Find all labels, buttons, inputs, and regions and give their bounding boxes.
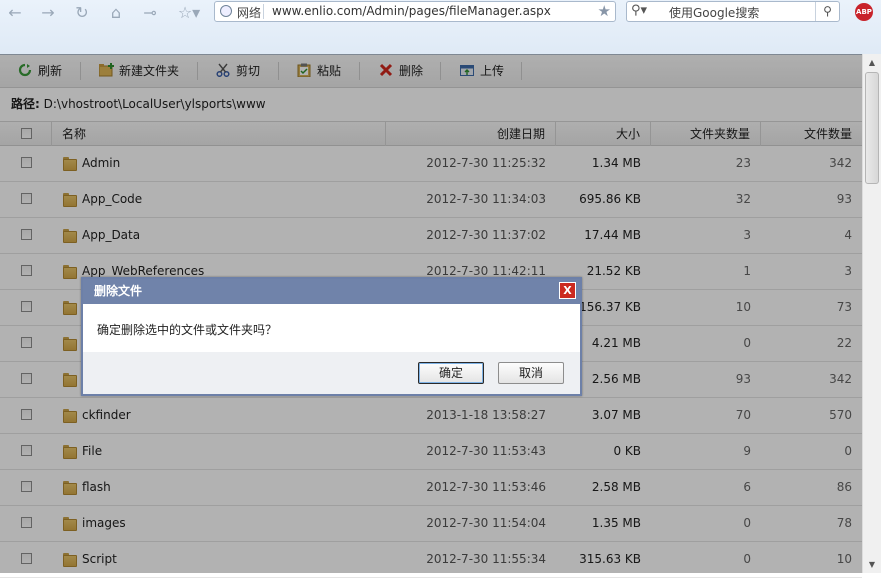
search-go-icon[interactable]: ⚲: [815, 2, 839, 21]
search-engine-icon[interactable]: ⚲▾: [631, 3, 647, 18]
search-input[interactable]: 使用Google搜索: [669, 4, 759, 21]
url-text[interactable]: www.enlio.com/Admin/pages/fileManager.as…: [272, 4, 551, 18]
browser-toolbar: ← → ↻ ⌂ ⊸ ☆▾ 网络 www.enlio.com/Admin/page…: [0, 0, 881, 54]
back-icon[interactable]: ←: [3, 3, 27, 23]
scroll-up-icon[interactable]: ▲: [863, 54, 881, 71]
dialog-title-text: 删除文件: [94, 284, 143, 298]
scroll-down-icon[interactable]: ▼: [863, 556, 881, 573]
globe-icon: [220, 5, 232, 17]
favorites-icon[interactable]: ☆▾: [172, 3, 206, 23]
dialog-footer: 确定 取消: [83, 352, 580, 394]
cancel-button[interactable]: 取消: [498, 362, 564, 384]
dialog-title: 删除文件 X: [83, 279, 580, 304]
scroll-thumb[interactable]: [865, 72, 879, 184]
vertical-scrollbar[interactable]: ▲ ▼: [862, 54, 881, 573]
delete-confirm-dialog: 删除文件 X 确定删除选中的文件或文件夹吗？ 确定 取消: [81, 277, 582, 396]
close-icon[interactable]: X: [559, 282, 576, 299]
dialog-body: 确定删除选中的文件或文件夹吗？: [83, 304, 580, 352]
dialog-message: 确定删除选中的文件或文件夹吗？: [97, 323, 278, 337]
address-separator: [263, 4, 264, 19]
key-icon[interactable]: ⊸: [138, 3, 162, 23]
confirm-button[interactable]: 确定: [418, 362, 484, 384]
forward-icon[interactable]: →: [36, 3, 60, 23]
zone-label: 网络: [237, 6, 262, 20]
bookmark-star-icon[interactable]: ★: [598, 2, 611, 20]
home-icon[interactable]: ⌂: [104, 3, 128, 23]
search-box[interactable]: ⚲▾ 使用Google搜索 ⚲: [626, 1, 840, 22]
adblock-icon[interactable]: ABP: [855, 3, 873, 21]
reload-icon[interactable]: ↻: [70, 3, 94, 23]
address-bar[interactable]: 网络 www.enlio.com/Admin/pages/fileManager…: [214, 1, 616, 22]
